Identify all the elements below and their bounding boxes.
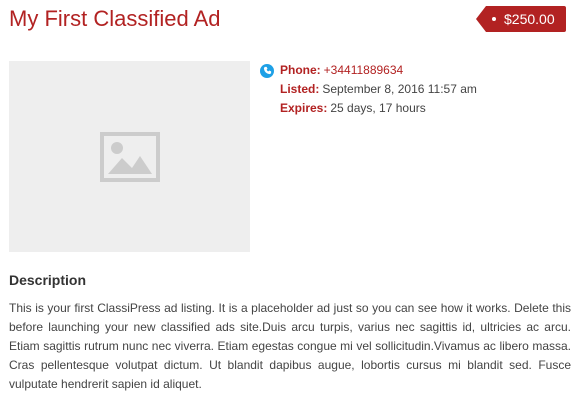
phone-label: Phone: <box>280 63 321 77</box>
expires-row: Expires: 25 days, 17 hours <box>260 99 477 118</box>
listed-row: Listed: September 8, 2016 11:57 am <box>260 80 477 99</box>
expires-label: Expires: <box>280 101 328 115</box>
image-placeholder-icon <box>99 131 160 182</box>
expires-value: 25 days, 17 hours <box>330 101 426 115</box>
ad-meta: Phone: +34411889634 Listed: September 8,… <box>260 61 477 118</box>
price-tag-arrow <box>476 6 486 32</box>
phone-icon <box>260 63 274 78</box>
price-tag-body: $250.00 <box>486 6 566 32</box>
price-value: $250.00 <box>504 11 555 27</box>
price-tag-hole <box>492 17 496 21</box>
description-text: This is your first ClassiPress ad listin… <box>9 301 571 391</box>
listed-value: September 8, 2016 11:57 am <box>322 82 477 96</box>
ad-title: My First Classified Ad <box>9 6 221 31</box>
phone-row: Phone: +34411889634 <box>260 61 477 80</box>
phone-value[interactable]: +34411889634 <box>324 61 404 80</box>
description-heading: Description <box>9 272 87 288</box>
listed-label: Listed: <box>280 82 320 96</box>
ad-image[interactable] <box>9 61 250 252</box>
price-tag: $250.00 <box>476 6 566 32</box>
